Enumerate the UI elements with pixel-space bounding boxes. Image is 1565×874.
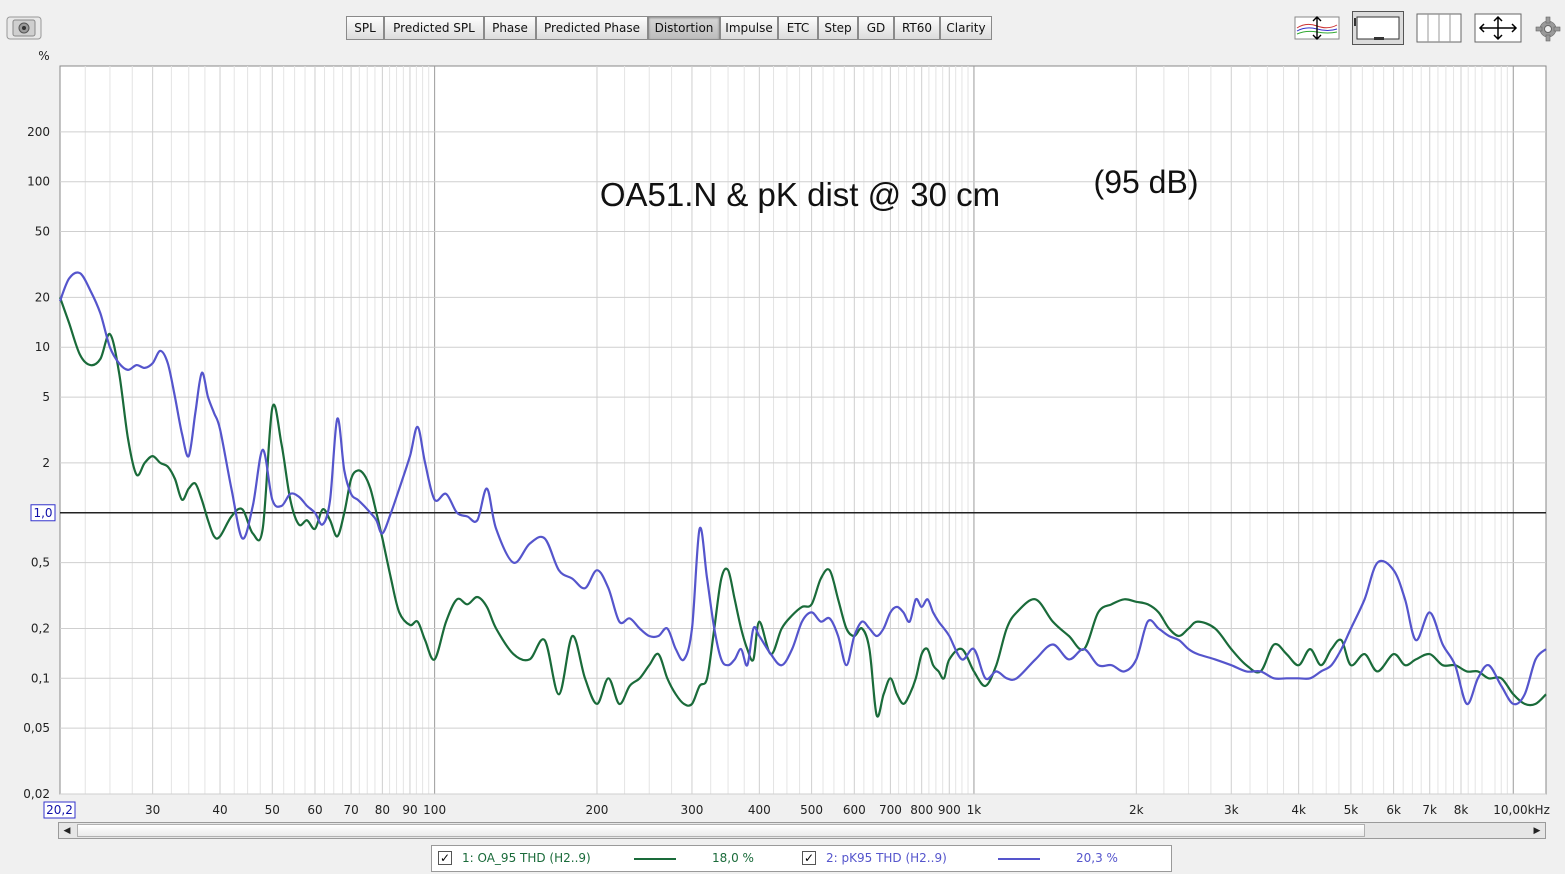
x-tick-label: 800 [910,803,933,817]
legend-swatch-1 [634,858,676,860]
y-axis-label: % [38,49,49,63]
distortion-chart: 30 40 50 60 70 80 90 100 200 300 400 500 600 700 800 90… [23,49,1550,819]
x-start-label: 20,2 [46,803,73,817]
legend-value-2: 20,3 % [1076,851,1118,865]
x-tick-label: 200 [586,803,609,817]
y-tick-label: 0,5 [31,556,50,570]
x-tick-label: 900 [938,803,961,817]
legend-swatch-2 [998,858,1040,860]
y-tick-label: 50 [35,225,50,239]
legend-value-1: 18,0 % [712,851,754,865]
x-tick-label: 500 [800,803,823,817]
legend-label-2: 2: pK95 THD (H2..9) [826,851,947,865]
legend-label-1: 1: OA_95 THD (H2..9) [462,851,591,865]
scroll-right-icon[interactable]: ▶ [1529,823,1545,838]
x-tick-label: 70 [343,803,358,817]
y-tick-label: 100 [27,175,50,189]
scroll-left-icon[interactable]: ◀ [59,823,75,838]
checkbox-series-1[interactable]: ✓ [438,851,452,865]
x-tick-label: 90 [402,803,417,817]
y-tick-label: 200 [27,125,50,139]
x-tick-label: 4k [1291,803,1306,817]
y-tick-label: 10 [35,340,50,354]
legend-item-1: ✓ 1: OA_95 THD (H2..9) 18,0 % [438,846,798,871]
y-tick-label: 5 [42,390,50,404]
x-tick-label: 2k [1129,803,1144,817]
x-tick-label: 60 [307,803,322,817]
x-tick-label: 6k [1386,803,1401,817]
legend: ✓ 1: OA_95 THD (H2..9) 18,0 % ✓ 2: pK95 … [431,845,1172,872]
y-tick-label: 0,02 [23,787,50,801]
x-tick-label: 10,00kHz [1493,803,1550,817]
x-tick-label: 5k [1344,803,1359,817]
chart-title: OA51.N & pK dist @ 30 cm [600,176,1000,213]
x-tick-label: 1k [967,803,982,817]
x-tick-label: 80 [375,803,390,817]
x-tick-label: 600 [843,803,866,817]
x-tick-label: 400 [748,803,771,817]
y-tick-label: 0,2 [31,621,50,635]
y-marker-label: 1,0 [33,506,52,520]
horizontal-scrollbar[interactable]: ◀ ▶ [58,822,1546,839]
x-tick-label: 8k [1454,803,1469,817]
x-tick-label: 40 [212,803,227,817]
y-tick-label: 2 [42,456,50,470]
x-tick-label: 3k [1224,803,1239,817]
x-tick-label: 300 [681,803,704,817]
chart-subtitle: (95 dB) [1094,164,1199,200]
scroll-thumb[interactable] [77,824,1365,837]
x-tick-label: 700 [879,803,902,817]
x-tick-label: 50 [265,803,280,817]
y-tick-label: 0,1 [31,671,50,685]
y-tick-label: 20 [35,290,50,304]
y-tick-label: 0,05 [23,721,50,735]
legend-item-2: ✓ 2: pK95 THD (H2..9) 20,3 % [802,846,1162,871]
checkbox-series-2[interactable]: ✓ [802,851,816,865]
x-tick-label: 30 [145,803,160,817]
x-tick-label: 100 [423,803,446,817]
x-tick-label: 7k [1422,803,1437,817]
